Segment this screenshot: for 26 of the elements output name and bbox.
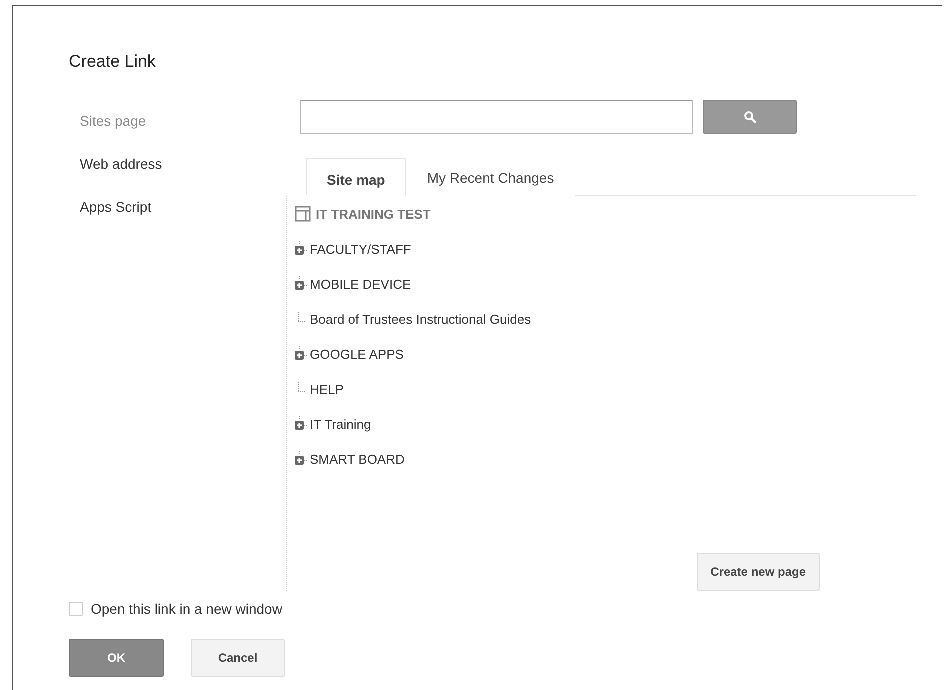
tree-item-label[interactable]: MOBILE DEVICE: [310, 276, 412, 292]
tree-item-label[interactable]: Board of Trustees Instructional Guides: [310, 312, 532, 326]
expand-icon[interactable]: [294, 451, 308, 467]
nav-item[interactable]: Apps Script: [69, 199, 286, 215]
create-page-button[interactable]: Create new page: [696, 553, 820, 591]
tree-item-label[interactable]: SMART BOARD: [310, 452, 405, 466]
dialog-title: Create Link: [69, 52, 157, 72]
tree-root-label[interactable]: IT TRAINING TEST: [316, 206, 431, 222]
search-icon: [744, 110, 756, 124]
nav-item[interactable]: Web address: [69, 156, 286, 172]
page-icon: [295, 206, 311, 222]
checkbox-label: Open this link in a new window: [91, 601, 282, 617]
ok-button[interactable]: OK: [69, 639, 164, 677]
nav-item[interactable]: Sites page: [69, 113, 286, 129]
expand-icon[interactable]: [294, 416, 308, 432]
tree-item-label[interactable]: IT Training: [310, 416, 372, 432]
tree-item-label[interactable]: FACULTY/STAFF: [310, 242, 412, 256]
expand-icon[interactable]: [294, 241, 308, 257]
tree-item-label[interactable]: HELP: [310, 382, 344, 396]
checkbox[interactable]: [69, 602, 83, 616]
tree-item-label[interactable]: GOOGLE APPS: [310, 346, 404, 362]
cancel-button[interactable]: Cancel: [191, 639, 285, 677]
expand-icon[interactable]: [294, 276, 308, 292]
search-field[interactable]: [300, 100, 693, 134]
tab[interactable]: Site map: [306, 158, 406, 196]
expand-icon[interactable]: [294, 346, 308, 362]
